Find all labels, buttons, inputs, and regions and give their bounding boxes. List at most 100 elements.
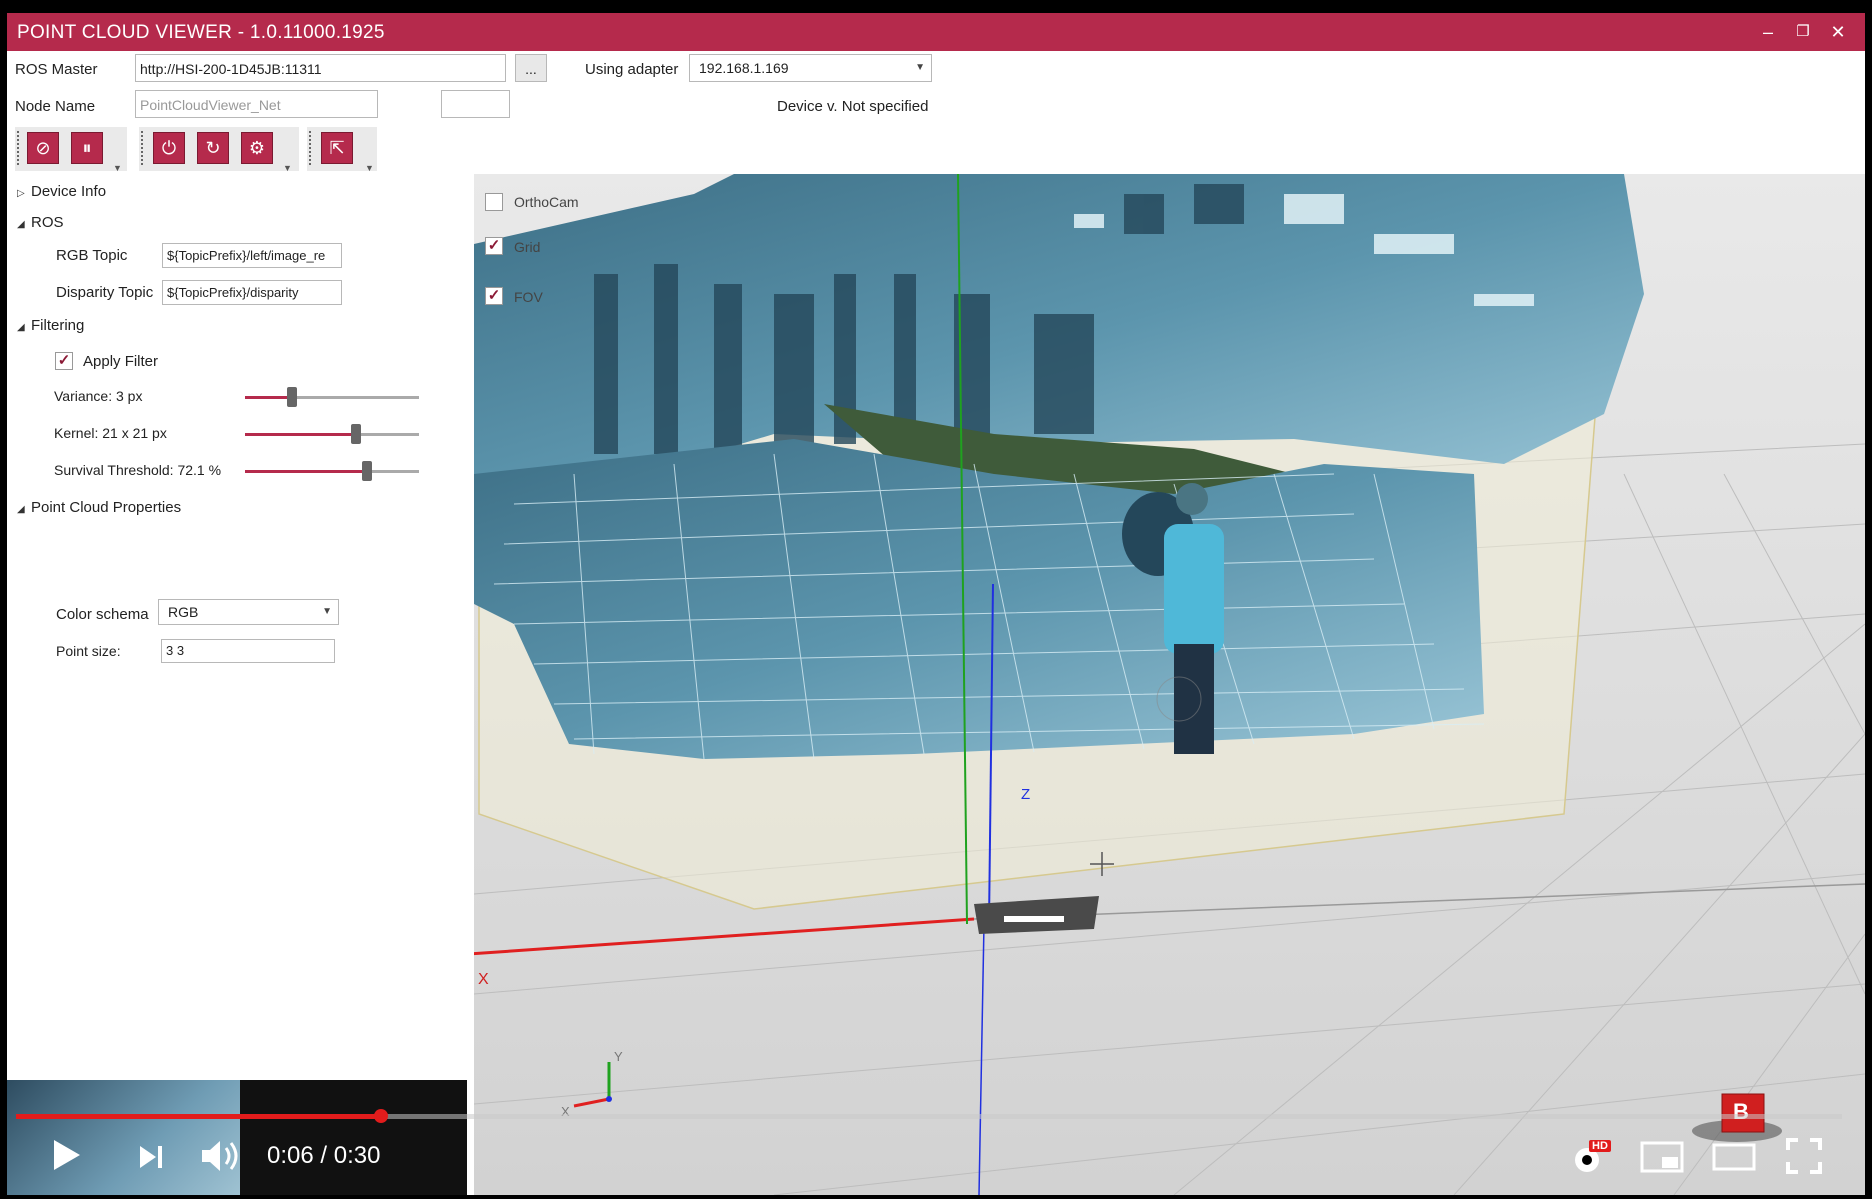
pause-icon: ⏸ [82, 138, 92, 158]
play-button[interactable] [52, 1138, 82, 1176]
fov-label: FOV [514, 289, 543, 305]
overflow-icon[interactable]: ▼ [283, 163, 292, 173]
survival-threshold-label: Survival Threshold: 72.1 % [54, 462, 222, 478]
fullscreen-icon [1786, 1138, 1822, 1174]
collapse-icon: ◢ [17, 219, 25, 230]
progress-fill [16, 1114, 382, 1119]
progress-bar[interactable] [16, 1109, 1842, 1123]
toolbar-grip[interactable] [141, 131, 145, 165]
apply-filter-checkbox[interactable]: ✓ [55, 352, 73, 370]
hd-badge: HD [1589, 1140, 1611, 1152]
overflow-icon[interactable]: ▼ [113, 163, 122, 173]
slider-fill [245, 396, 292, 399]
disconnect-button[interactable]: ⊘ [27, 132, 59, 164]
section-label: Device Info [31, 183, 107, 200]
miniplayer-icon [1640, 1141, 1684, 1173]
fov-checkbox[interactable]: ✓ [485, 287, 503, 305]
ros-master-input[interactable]: http://HSI-200-1D45JB:11311 [135, 54, 506, 82]
close-button[interactable]: ✕ [1825, 19, 1851, 45]
rgb-topic-label: RGB Topic [56, 247, 128, 264]
section-label: ROS [31, 214, 64, 231]
gizmo-y-label: Y [614, 1049, 623, 1064]
collapse-icon: ◢ [17, 322, 25, 333]
node-name-input[interactable]: PointCloudViewer_Net [135, 90, 378, 118]
timecode: 0:06 / 0:30 [267, 1142, 381, 1169]
orthocam-checkbox[interactable]: ✓ [485, 193, 503, 211]
volume-button[interactable] [200, 1138, 242, 1178]
section-device-info[interactable]: ▷ Device Info [17, 183, 106, 200]
title-bar: POINT CLOUD VIEWER - 1.0.11000.1925 – ❐ … [7, 13, 1865, 51]
checkmark-icon: ✓ [487, 287, 501, 304]
adapter-label: Using adapter [585, 61, 679, 78]
3d-viewport[interactable]: ✓ OrthoCam ✓ Grid ✓ FOV X Z X Y B [474, 174, 1865, 1195]
color-schema-select[interactable]: RGB ▼ [158, 599, 339, 625]
x-axis-label: X [478, 971, 489, 988]
survival-threshold-slider[interactable] [245, 461, 419, 481]
toolbar-grip[interactable] [17, 131, 21, 165]
settings-button[interactable]: HD [1571, 1140, 1611, 1180]
adapter-value: 192.168.1.169 [699, 60, 789, 76]
scene-render [474, 174, 1865, 1195]
ros-master-label: ROS Master [15, 61, 98, 78]
point-size-input[interactable]: 3 3 [161, 639, 335, 663]
variance-slider[interactable] [245, 387, 419, 407]
rgb-topic-input[interactable]: ${TopicPrefix}/left/image_re [162, 243, 342, 268]
export-button[interactable]: ⇱ [321, 132, 353, 164]
node-extra-input[interactable] [441, 90, 510, 118]
restore-button[interactable]: ❐ [1790, 19, 1816, 45]
apply-filter-label: Apply Filter [83, 353, 159, 370]
view-cube[interactable]: B [1733, 1099, 1749, 1125]
slider-thumb[interactable] [286, 387, 297, 407]
miniplayer-button[interactable] [1640, 1141, 1684, 1177]
kernel-label: Kernel: 21 x 21 px [54, 425, 167, 441]
browse-button[interactable]: ... [515, 54, 547, 82]
next-icon [140, 1146, 162, 1168]
settings-button[interactable]: ⚙ [241, 132, 273, 164]
node-name-label: Node Name [15, 98, 96, 115]
section-filtering[interactable]: ◢ Filtering [17, 317, 84, 334]
slider-thumb[interactable] [351, 424, 362, 444]
power-button[interactable]: ⏻ [153, 132, 185, 164]
grid-checkbox[interactable]: ✓ [485, 237, 503, 255]
kernel-slider[interactable] [245, 424, 419, 444]
fullscreen-button[interactable] [1786, 1138, 1822, 1178]
chevron-down-icon: ▼ [322, 606, 332, 617]
preview-thumbnail [240, 1080, 467, 1195]
device-version-text: Device v. Not specified [777, 98, 929, 115]
volume-icon [202, 1141, 238, 1171]
point-size-label: Point size: [56, 643, 121, 659]
orthocam-label: OrthoCam [514, 194, 579, 210]
adapter-select[interactable]: 192.168.1.169 ▼ [689, 54, 932, 82]
color-schema-label: Color schema [56, 606, 149, 623]
section-label: Point Cloud Properties [31, 499, 182, 516]
pause-button[interactable]: ⏸ [71, 132, 103, 164]
disparity-topic-input[interactable]: ${TopicPrefix}/disparity [162, 280, 342, 305]
refresh-icon: ↻ [205, 138, 221, 158]
power-icon: ⏻ [161, 138, 177, 158]
slider-thumb[interactable] [361, 461, 372, 481]
toolbar-grip[interactable] [309, 131, 313, 165]
gear-icon: ⚙ [248, 138, 266, 158]
chevron-down-icon: ▼ [915, 62, 925, 73]
refresh-button[interactable]: ↻ [197, 132, 229, 164]
color-schema-value: RGB [168, 604, 199, 620]
grid-label: Grid [514, 239, 541, 255]
section-ros[interactable]: ◢ ROS [17, 214, 64, 231]
variance-label: Variance: 3 px [54, 388, 143, 404]
expand-icon: ▷ [17, 188, 25, 199]
unlink-icon: ⊘ [35, 138, 51, 158]
disparity-topic-label: Disparity Topic [56, 284, 154, 301]
section-point-cloud-properties[interactable]: ◢ Point Cloud Properties [17, 499, 181, 516]
slider-fill [245, 433, 357, 436]
app-window: POINT CLOUD VIEWER - 1.0.11000.1925 – ❐ … [7, 13, 1865, 1195]
z-axis-label: Z [1021, 786, 1031, 803]
checkmark-icon: ✓ [57, 352, 71, 369]
theater-icon [1712, 1143, 1756, 1171]
next-button[interactable] [138, 1144, 164, 1174]
theater-mode-button[interactable] [1712, 1143, 1756, 1175]
section-label: Filtering [31, 317, 85, 334]
collapse-icon: ◢ [17, 504, 25, 515]
minimize-button[interactable]: – [1755, 19, 1781, 45]
overflow-icon[interactable]: ▼ [365, 163, 374, 173]
slider-fill [245, 470, 367, 473]
